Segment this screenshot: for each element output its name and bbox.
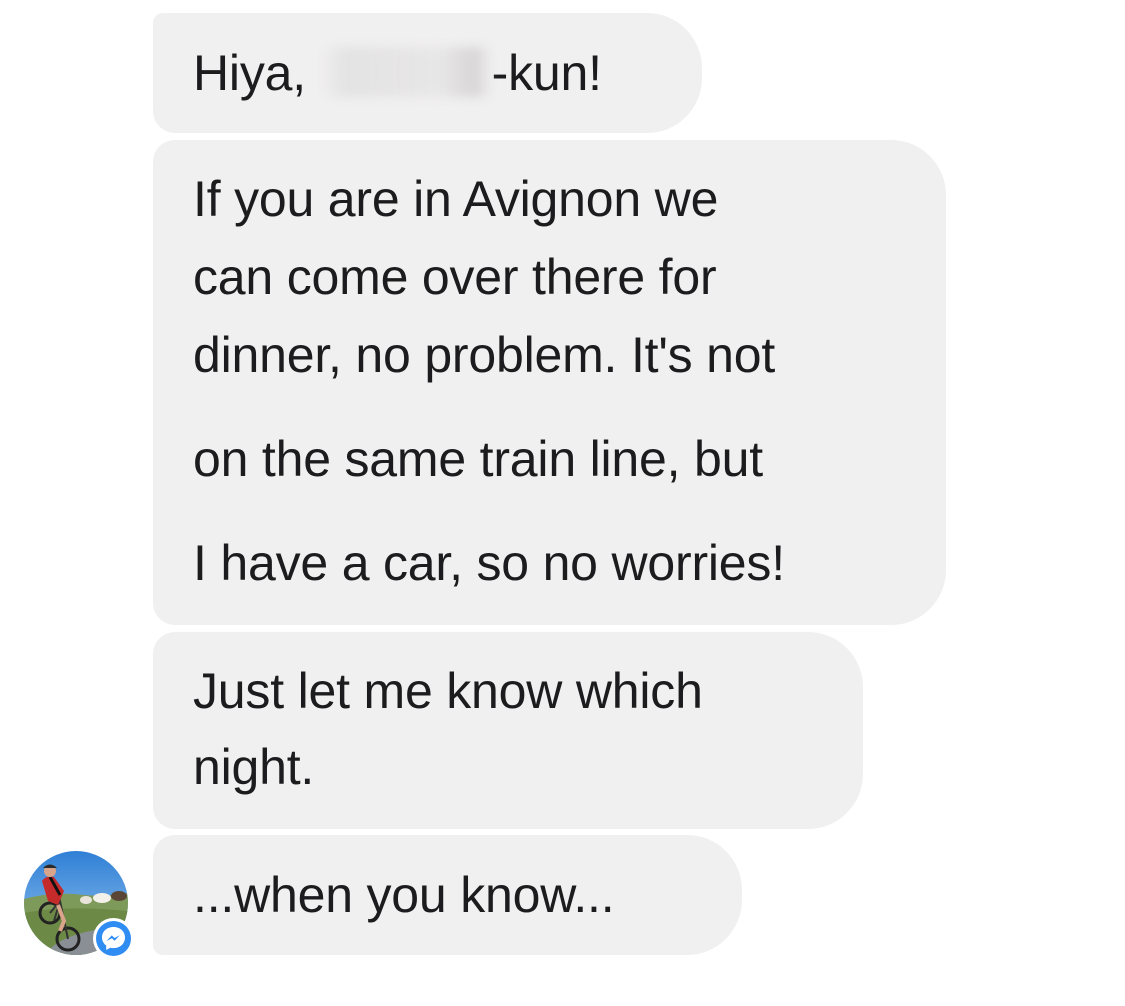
message-bubble[interactable]: Just let me know which night. bbox=[153, 632, 863, 829]
message-bubble[interactable]: If you are in Avignon we can come over t… bbox=[153, 140, 946, 625]
messenger-badge bbox=[93, 918, 134, 959]
message-line: dinner, no problem. It's not bbox=[193, 327, 776, 383]
message-line: can come over there for bbox=[193, 249, 717, 305]
message-bubble[interactable]: Hiya, -kun! bbox=[153, 13, 702, 133]
message-text: Hiya, bbox=[193, 45, 306, 101]
message-line: night. bbox=[193, 739, 315, 795]
message-line: on the same train line, but bbox=[193, 431, 763, 487]
message-line: ...when you know... bbox=[193, 867, 615, 923]
message-bubble[interactable]: ...when you know... bbox=[153, 835, 742, 955]
messenger-icon bbox=[96, 921, 131, 956]
message-line: I have a car, so no worries! bbox=[193, 535, 785, 591]
message-text: -kun! bbox=[491, 45, 602, 101]
redacted-name bbox=[319, 46, 492, 97]
message-line: If you are in Avignon we bbox=[193, 171, 719, 227]
message-line: Hiya, -kun! bbox=[193, 13, 662, 133]
message-line: Just let me know which bbox=[193, 663, 703, 719]
